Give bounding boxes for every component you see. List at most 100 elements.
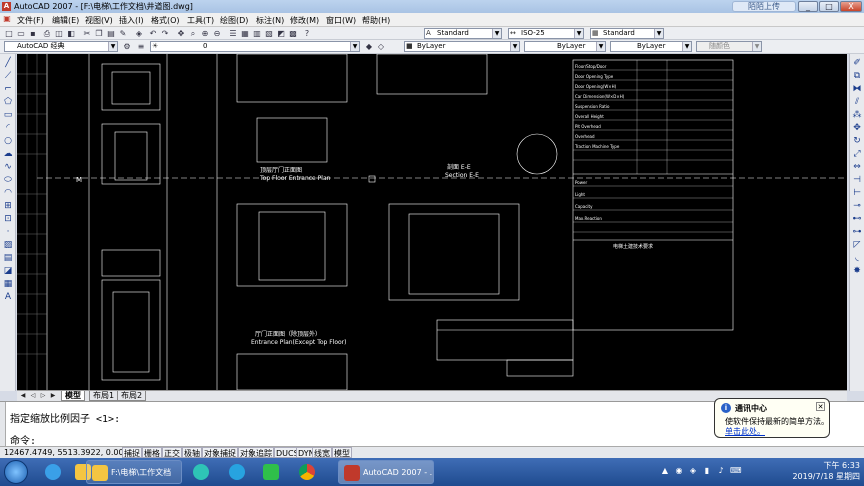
break-icon[interactable]: ⊷ [851,214,863,225]
taskbar-app-k[interactable] [222,460,252,484]
layer-previous-icon[interactable]: ◇ [376,42,386,52]
taskbar-ie[interactable] [38,460,68,484]
extend-icon[interactable]: ⊢ [851,188,863,199]
snap-toggle[interactable]: 捕捉 [122,447,142,458]
menu-draw[interactable]: 绘图(D) [220,15,248,26]
explode-icon[interactable]: ✸ [851,266,863,277]
offset-icon[interactable]: ⫽ [851,97,863,108]
cloud-upload-button[interactable]: 陌陌上传 [732,1,796,12]
polyline-icon[interactable]: ⌐ [2,84,14,95]
mirror-icon[interactable]: ⧓ [851,84,863,95]
print-icon[interactable]: ⎙ [42,29,52,39]
erase-icon[interactable]: ✐ [851,58,863,69]
gradient-icon[interactable]: ▤ [2,253,14,264]
text-style-select[interactable]: A Standard ▼ [424,28,502,39]
tray-app-icon[interactable]: ◉ [674,466,684,476]
spline-icon[interactable]: ∿ [2,162,14,173]
taskbar-app-chrome[interactable] [292,460,322,484]
arc-icon[interactable]: ◜ [2,123,14,134]
move-icon[interactable]: ✥ [851,123,863,134]
insert-block-icon[interactable]: ⊞ [2,201,14,212]
close-button[interactable]: X [840,1,862,12]
undo-icon[interactable]: ↶ [148,29,158,39]
tray-expand-icon[interactable]: ▲ [660,466,670,476]
construction-line-icon[interactable]: ⟋ [2,71,14,82]
zoom-realtime-icon[interactable]: ⌕ [188,29,198,39]
multiline-text-icon[interactable]: A [2,292,14,303]
save-icon[interactable]: ▪ [28,29,38,39]
menu-modify[interactable]: 修改(M) [290,15,319,26]
tray-volume-icon[interactable]: ♪ [716,466,726,476]
ellipse-icon[interactable]: ⬭ [2,175,14,186]
sheet-set-icon[interactable]: ▧ [264,29,274,39]
calculator-icon[interactable]: ▩ [288,29,298,39]
region-icon[interactable]: ◪ [2,266,14,277]
stretch-icon[interactable]: ⇔ [851,162,863,173]
redo-icon[interactable]: ↷ [160,29,170,39]
next-tab-icon[interactable]: ▷ [39,392,47,400]
properties-icon[interactable]: ☰ [228,29,238,39]
taskbar-folder-window[interactable]: F:\电梯\工作文档 [86,460,182,484]
coordinates-readout[interactable]: 12467.4749, 5513.3922, 0.0000 [4,448,134,457]
zoom-window-icon[interactable]: ⊕ [200,29,210,39]
tray-input-icon[interactable]: ⌨ [730,466,742,476]
make-current-icon[interactable]: ◆ [364,42,374,52]
balloon-link[interactable]: 单击此处。 [725,426,765,437]
hatch-icon[interactable]: ▨ [2,240,14,251]
menu-window[interactable]: 窗口(W) [326,15,356,26]
paste-icon[interactable]: ▤ [106,29,116,39]
break-at-point-icon[interactable]: ⊸ [851,201,863,212]
trim-icon[interactable]: ⊣ [851,175,863,186]
ellipse-arc-icon[interactable]: ◠ [2,188,14,199]
new-icon[interactable]: □ [4,29,14,39]
match-properties-icon[interactable]: ✎ [118,29,128,39]
taskbar-app-browser[interactable] [186,460,216,484]
tray-shield-icon[interactable]: ◈ [688,466,698,476]
revision-cloud-icon[interactable]: ☁ [2,149,14,160]
command-prompt[interactable]: 命令: [10,432,36,447]
cut-icon[interactable]: ✂ [82,29,92,39]
ortho-toggle[interactable]: 正交 [162,447,182,458]
open-icon[interactable]: ▭ [16,29,26,39]
lineweight-toggle[interactable]: 线宽 [312,447,332,458]
taskbar-autocad-window[interactable]: AutoCAD 2007 - ... [338,460,434,484]
menu-insert[interactable]: 插入(I) [119,15,144,26]
linetype-select[interactable]: ByLayer ▼ [524,41,606,52]
autocad-app-icon[interactable]: A [2,2,11,11]
markup-icon[interactable]: ◩ [276,29,286,39]
lineweight-select[interactable]: ByLayer ▼ [610,41,692,52]
taskbar-clock[interactable]: 下午 6:33 2019/7/18 星期四 [792,460,860,482]
publish-icon[interactable]: ◧ [66,29,76,39]
layer-select[interactable]: ☀ 0 ▼ [150,41,360,52]
tab-layout2[interactable]: 布局2 [117,391,147,401]
copy-icon[interactable]: ❐ [94,29,104,39]
circle-icon[interactable]: ○ [2,136,14,147]
plot-style-select[interactable]: 随颜色 ▼ [696,41,762,52]
menu-view[interactable]: 视图(V) [85,15,113,26]
pan-icon[interactable]: ✥ [176,29,186,39]
grid-toggle[interactable]: 栅格 [142,447,162,458]
polygon-icon[interactable]: ⬠ [2,97,14,108]
make-block-icon[interactable]: ⊡ [2,214,14,225]
model-toggle[interactable]: 模型 [332,447,352,458]
tool-palettes-icon[interactable]: ▥ [252,29,262,39]
start-button[interactable] [4,460,28,484]
help-icon[interactable]: ? [302,29,312,39]
otrack-toggle[interactable]: 对象追踪 [238,447,274,458]
menu-file[interactable]: 文件(F) [17,15,44,26]
table-icon[interactable]: ▦ [2,279,14,290]
maximize-button[interactable]: □ [819,1,839,12]
point-icon[interactable]: · [2,227,14,238]
preview-icon[interactable]: ◫ [54,29,64,39]
drawing-canvas[interactable]: 顶层厅门正面图 Top Floor Entrance Plan 剖面 E-E S… [17,54,847,390]
table-style-select[interactable]: ▦ Standard ▼ [590,28,664,39]
polar-toggle[interactable]: 极轴 [182,447,202,458]
color-select[interactable]: ■ ByLayer ▼ [404,41,520,52]
close-icon[interactable]: ✕ [816,402,825,411]
first-tab-icon[interactable]: ◀ [19,392,27,400]
dim-style-select[interactable]: ↔ ISO-25 ▼ [508,28,584,39]
rectangle-icon[interactable]: ▭ [2,110,14,121]
document-icon[interactable]: ▣ [2,14,12,24]
fillet-icon[interactable]: ◟ [851,253,863,264]
copy-object-icon[interactable]: ⧉ [851,71,863,82]
